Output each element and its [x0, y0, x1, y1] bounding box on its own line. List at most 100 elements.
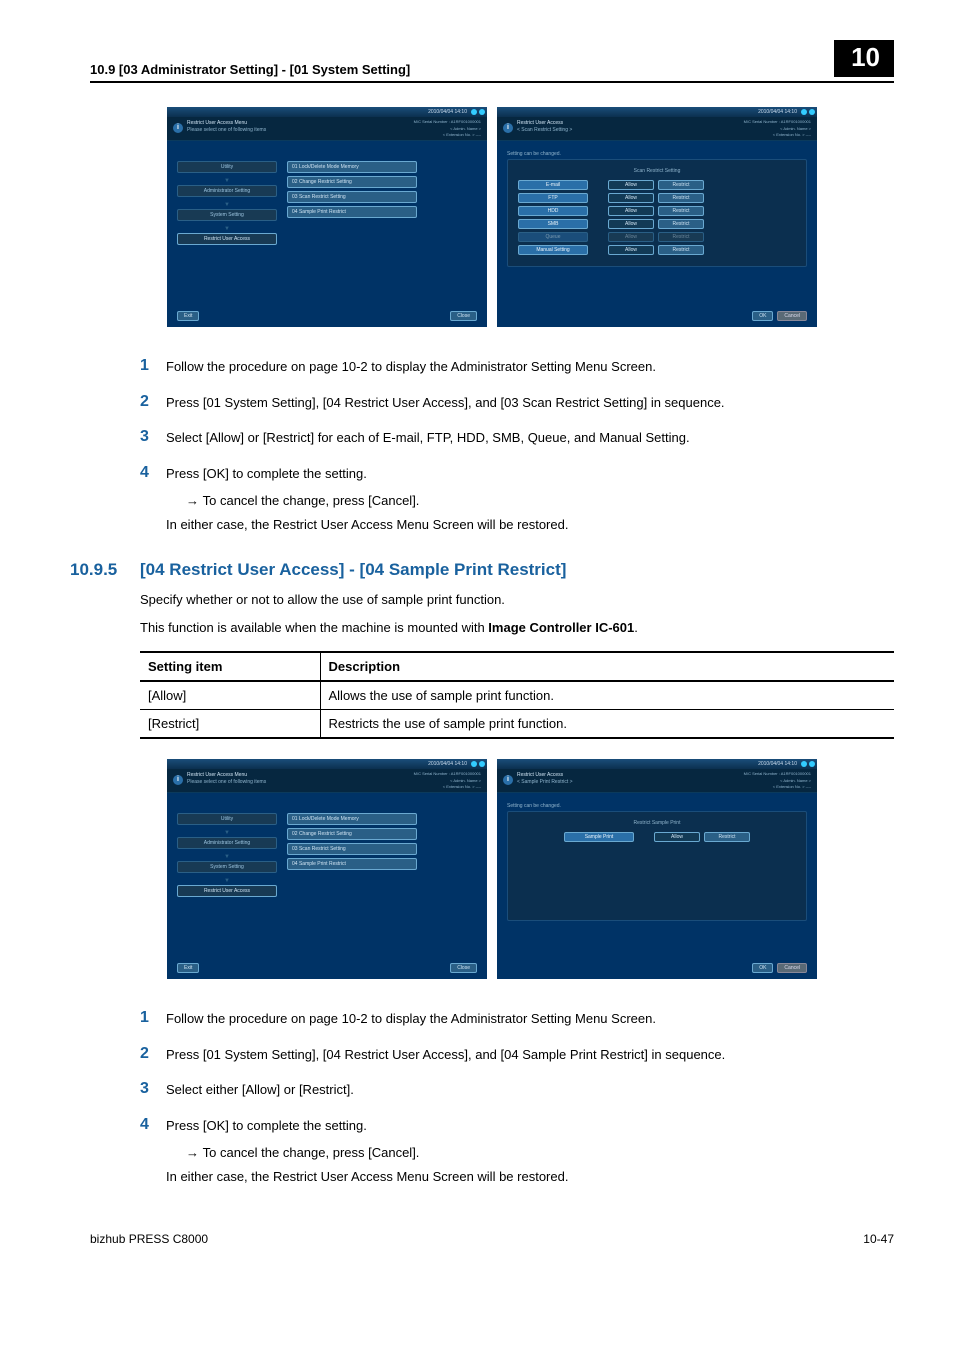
- screenshot-menu: 2010/04/04 14:10 i Restrict User Access …: [167, 107, 487, 327]
- menu-change-restrict[interactable]: 02 Change Restrict Setting: [287, 828, 417, 840]
- step-text: Follow the procedure on page 10-2 to dis…: [166, 1009, 656, 1029]
- screen-title: Restrict User Access: [517, 772, 563, 778]
- nav-system-setting[interactable]: System Setting: [177, 209, 277, 221]
- cancel-button[interactable]: Cancel: [777, 963, 807, 973]
- info-icon: i: [173, 123, 183, 133]
- extension-label: < Extension No. > ----: [773, 784, 811, 789]
- step-text: Press [01 System Setting], [04 Restrict …: [166, 1045, 725, 1065]
- close-button[interactable]: Close: [450, 963, 477, 973]
- close-button[interactable]: Close: [450, 311, 477, 321]
- menu-lock-delete[interactable]: 01 Lock/Delete Mode Memory: [287, 813, 417, 825]
- row-label-smb: SMB: [518, 219, 588, 229]
- row-label-email: E-mail: [518, 180, 588, 190]
- help-icon: [479, 761, 485, 767]
- section-number: 10.9.5: [70, 560, 140, 580]
- paragraph-span: This function is available when the mach…: [140, 620, 488, 635]
- allow-button[interactable]: Allow: [608, 206, 654, 216]
- allow-button[interactable]: Allow: [608, 219, 654, 229]
- step-text: Press [01 System Setting], [04 Restrict …: [166, 393, 725, 413]
- screen-subtitle: < Sample Print Restrict >: [517, 779, 573, 785]
- menu-lock-delete[interactable]: 01 Lock/Delete Mode Memory: [287, 161, 417, 173]
- status-icon: [471, 761, 477, 767]
- serial-label: M/C Serial Number : A1RF001000001: [744, 119, 811, 124]
- nav-system-setting[interactable]: System Setting: [177, 861, 277, 873]
- step-number: 3: [140, 1080, 166, 1100]
- admin-name-label: < Admin. Name >: [780, 778, 811, 783]
- step-number: 4: [140, 464, 166, 535]
- step-text: Select [Allow] or [Restrict] for each of…: [166, 428, 690, 448]
- step-text: Select either [Allow] or [Restrict].: [166, 1080, 354, 1100]
- cancel-button[interactable]: Cancel: [777, 311, 807, 321]
- menu-change-restrict[interactable]: 02 Change Restrict Setting: [287, 176, 417, 188]
- menu-scan-restrict[interactable]: 03 Scan Restrict Setting: [287, 843, 417, 855]
- menu-scan-restrict[interactable]: 03 Scan Restrict Setting: [287, 191, 417, 203]
- chevron-down-icon: ▼: [177, 227, 277, 231]
- step-number: 2: [140, 1045, 166, 1065]
- serial-label: M/C Serial Number : A1RF001000001: [414, 771, 481, 776]
- table-row: [Restrict] Restricts the use of sample p…: [140, 710, 894, 739]
- nav-restrict-user-access[interactable]: Restrict User Access: [177, 233, 277, 245]
- step-number: 4: [140, 1116, 166, 1187]
- exit-button[interactable]: Exit: [177, 311, 199, 321]
- allow-button[interactable]: Allow: [608, 245, 654, 255]
- screen-subtitle: Please select one of following items: [187, 127, 266, 133]
- settings-table: Setting item Description [Allow] Allows …: [140, 651, 894, 739]
- restrict-button[interactable]: Restrict: [658, 219, 704, 229]
- menu-sample-print-restrict[interactable]: 04 Sample Print Restrict: [287, 858, 417, 870]
- table-cell: [Allow]: [140, 681, 320, 710]
- chevron-down-icon: ▼: [177, 879, 277, 883]
- step-text: Press [OK] to complete the setting.: [166, 464, 568, 484]
- status-icon: [801, 109, 807, 115]
- extension-label: < Extension No. > ----: [443, 132, 481, 137]
- allow-button[interactable]: Allow: [608, 193, 654, 203]
- exit-button[interactable]: Exit: [177, 963, 199, 973]
- nav-admin-setting[interactable]: Administrator Setting: [177, 837, 277, 849]
- allow-button[interactable]: Allow: [608, 180, 654, 190]
- chevron-down-icon: ▼: [177, 831, 277, 835]
- ok-button[interactable]: OK: [752, 963, 773, 973]
- panel-title: Scan Restrict Setting: [518, 168, 796, 174]
- nav-utility[interactable]: Utility: [177, 161, 277, 173]
- timestamp-label: 2010/04/04 14:10: [428, 109, 467, 115]
- extension-label: < Extension No. > ----: [443, 784, 481, 789]
- step-number: 2: [140, 393, 166, 413]
- timestamp-label: 2010/04/04 14:10: [758, 761, 797, 767]
- help-icon: [479, 109, 485, 115]
- status-text: Setting can be changed.: [507, 151, 807, 157]
- admin-name-label: < Admin. Name >: [780, 126, 811, 131]
- restrict-button[interactable]: Restrict: [658, 245, 704, 255]
- section-title: [04 Restrict User Access] - [04 Sample P…: [140, 560, 566, 580]
- restrict-button[interactable]: Restrict: [658, 193, 704, 203]
- restrict-button[interactable]: Restrict: [658, 180, 704, 190]
- screen-title: Restrict User Access Menu: [187, 120, 247, 126]
- help-icon: [809, 109, 815, 115]
- sub-step-text: To cancel the change, press [Cancel].: [186, 1143, 568, 1163]
- allow-button[interactable]: Allow: [608, 232, 654, 242]
- info-icon: i: [173, 775, 183, 785]
- restrict-button[interactable]: Restrict: [658, 206, 704, 216]
- chevron-down-icon: ▼: [177, 203, 277, 207]
- allow-button[interactable]: Allow: [654, 832, 700, 842]
- screenshot-scan-restrict: 2010/04/04 14:10 i Restrict User Access …: [497, 107, 817, 327]
- nav-restrict-user-access[interactable]: Restrict User Access: [177, 885, 277, 897]
- nav-admin-setting[interactable]: Administrator Setting: [177, 185, 277, 197]
- status-text: Setting can be changed.: [507, 803, 807, 809]
- step-text: Press [OK] to complete the setting.: [166, 1116, 568, 1136]
- paragraph-span: .: [634, 620, 638, 635]
- row-label-queue: Queue: [518, 232, 588, 242]
- chevron-down-icon: ▼: [177, 855, 277, 859]
- restrict-button[interactable]: Restrict: [704, 832, 750, 842]
- restrict-button[interactable]: Restrict: [658, 232, 704, 242]
- sub-step-text: To cancel the change, press [Cancel].: [186, 491, 568, 511]
- step-number: 1: [140, 357, 166, 377]
- steps-group-1: 1Follow the procedure on page 10-2 to di…: [140, 357, 894, 534]
- bold-text: Image Controller IC-601: [488, 620, 634, 635]
- ok-button[interactable]: OK: [752, 311, 773, 321]
- nav-utility[interactable]: Utility: [177, 813, 277, 825]
- menu-sample-print-restrict[interactable]: 04 Sample Print Restrict: [287, 206, 417, 218]
- serial-label: M/C Serial Number : A1RF001000001: [414, 119, 481, 124]
- page-number: 10-47: [863, 1232, 894, 1246]
- timestamp-label: 2010/04/04 14:10: [758, 109, 797, 115]
- screen-subtitle: < Scan Restrict Setting >: [517, 127, 572, 133]
- row-label-ftp: FTP: [518, 193, 588, 203]
